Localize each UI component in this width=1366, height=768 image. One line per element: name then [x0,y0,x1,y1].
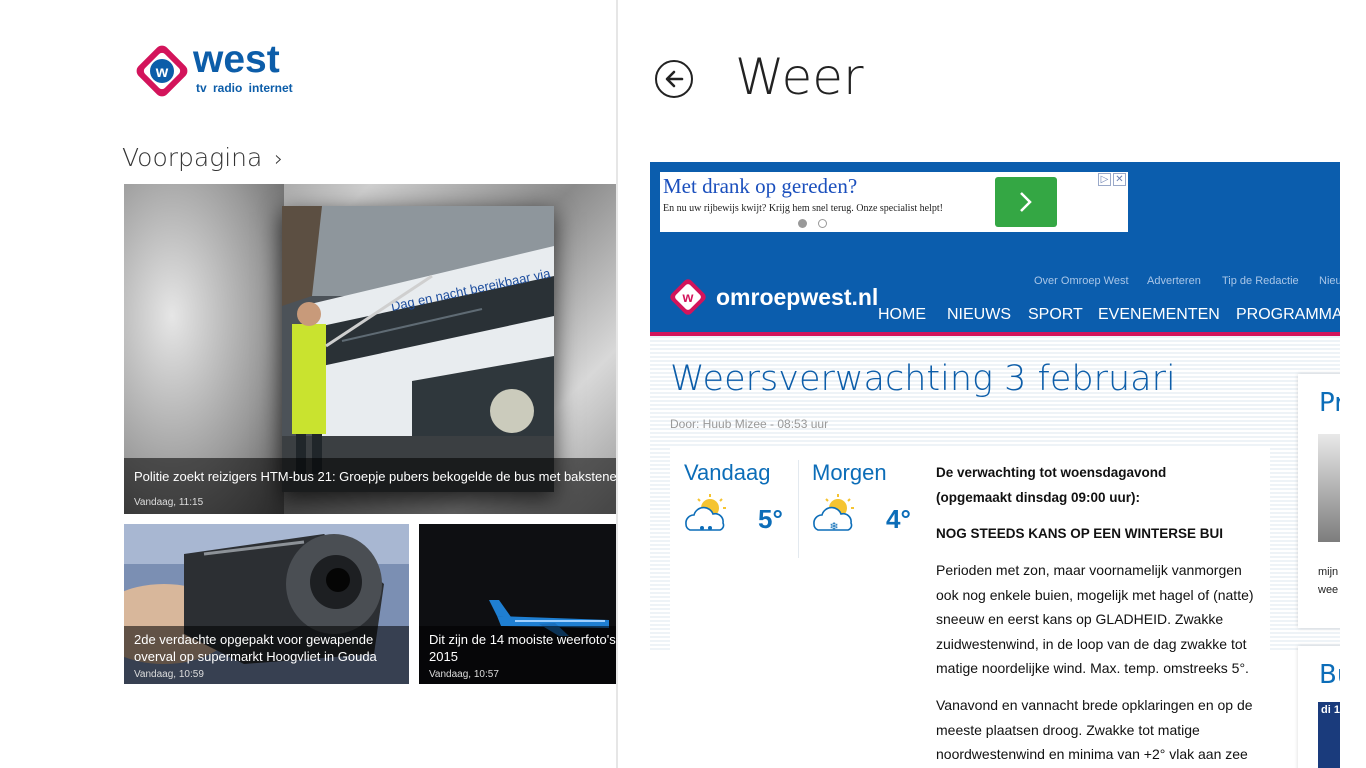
news-app-pane: w west tv radio internet Voorpagina › Da… [0,0,616,768]
tile-timestamp: Vandaag, 11:15 [134,497,204,508]
logo-wordmark: west [193,38,280,81]
nav-sport[interactable]: SPORT [1028,306,1083,324]
logo-tagline: tv radio internet [196,81,293,95]
section-header-voorpagina[interactable]: Voorpagina › [122,143,283,172]
tile-caption: Politie zoekt reizigers HTM-bus 21: Groe… [124,458,616,514]
paragraph-line: matige noordelijke wind. Max. temp. omst… [936,660,1249,676]
weather-temp: 4° [886,504,911,534]
sidebar-box-1-title: Pr [1319,388,1340,418]
ad-go-button[interactable] [995,177,1057,227]
article-heading: De verwachting tot woensdagavond (opgema… [936,461,1271,510]
tile-caption: 2de verdachte opgepakt voor gewapende ov… [124,626,409,684]
tile-title-line2: 2015 [429,649,458,664]
west-logo-icon: w [136,45,188,97]
article-heading-line1: De verwachting tot woensdagavond [936,465,1167,480]
bus-illustration: Dag en nacht bereikbaar via 070 346 95 7… [282,206,554,492]
sidebar-map-badge: di 1 [1321,704,1340,716]
top-link-over[interactable]: Over Omroep West [1034,275,1129,287]
paragraph-line: sneeuw en eerst kans op GLADHEID. Zwakke [936,611,1224,627]
ad-pager-dot-active[interactable] [798,219,807,228]
sidebar-box-2[interactable]: Bu di 1 [1298,646,1340,768]
news-tile-robbery[interactable]: 2de verdachte opgepakt voor gewapende ov… [124,524,409,684]
nav-home[interactable]: HOME [878,306,926,324]
nav-evenementen[interactable]: EVENEMENTEN [1098,306,1220,324]
ad-text: En nu uw rijbewijs kwijt? Krijg hem snel… [663,203,943,214]
nav-programma[interactable]: PROGRAMMA [1236,306,1340,324]
weather-divider [798,460,799,558]
tile-title-line2: overval op supermarkt Hoogvliet in Gouda [134,649,377,664]
article-byline: Door: Huub Mizee - 08:53 uur [670,417,829,431]
paragraph-line: ook nog enkele buien, mogelijk met hagel… [936,586,1254,603]
paragraph-line: meeste plaatsen droog. Zwakke tot matige [936,721,1200,738]
sidebar-text: wee [1318,584,1339,596]
tile-title-line1: 2de verdachte opgepakt voor gewapende [134,632,374,647]
top-link-adverteren[interactable]: Adverteren [1147,275,1201,287]
article-title: Weersverwachting 3 februari [670,359,1176,399]
paragraph-line: Perioden met zon, maar voornamelijk vanm… [936,562,1242,578]
weather-day-label: Vandaag [684,460,771,485]
news-photo-bus: Dag en nacht bereikbaar via 070 346 95 7… [282,206,554,492]
svg-text:w: w [682,289,694,305]
tile-title-line1: Dit zijn de 14 mooiste weerfoto's [429,632,616,647]
site-header: Met drank op gereden? En nu uw rijbewijs… [650,162,1340,332]
ad-close-icon[interactable]: ✕ [1113,173,1126,186]
news-tile-weather-photos[interactable]: Dit zijn de 14 mooiste weerfoto's 2015 V… [419,524,616,684]
section-header-label: Voorpagina [122,143,263,172]
sidebar-box-2-title: Bu [1319,660,1340,690]
omroepwest-logo-icon: w [670,279,706,315]
sidebar-weather-map: di 1 [1318,702,1340,768]
webview[interactable]: Met drank op gereden? En nu uw rijbewijs… [650,162,1340,768]
weather-temp: 5° [758,504,783,534]
svg-text:w: w [155,64,169,81]
tile-timestamp: Vandaag, 10:57 [429,669,499,680]
ad-banner[interactable]: Met drank op gereden? En nu uw rijbewijs… [660,172,1128,232]
article-heading-line2: (opgemaakt dinsdag 09:00 uur): [936,489,1141,505]
pane-divider[interactable] [616,0,618,768]
paragraph-line: zuidwestenwind, in de loop van de dag zw… [936,635,1247,652]
chevron-right-icon [1020,192,1032,212]
ad-choices-icon[interactable]: ▷ [1098,173,1111,186]
ad-headline[interactable]: Met drank op gereden? [663,174,857,199]
page-title: Weer [735,48,864,106]
nav-nieuws[interactable]: NIEUWS [947,306,1011,324]
sun-cloud-snow-icon: ❄ [813,494,854,533]
weather-tomorrow: Morgen ❄ 4° [808,460,918,560]
sidebar-text: mijn [1318,566,1339,578]
chevron-right-icon: › [274,147,284,172]
back-button[interactable] [655,60,693,98]
article-paragraph-2: Vanavond en vannacht brede opklaringen e… [936,693,1271,767]
article-subheading: NOG STEEDS KANS OP EEN WINTERSE BUI [936,526,1224,541]
tile-title: Politie zoekt reizigers HTM-bus 21: Groe… [134,469,616,484]
weather-day-label: Morgen [812,460,887,485]
tile-caption: Dit zijn de 14 mooiste weerfoto's 2015 V… [419,626,616,684]
west-logo[interactable]: w west tv radio internet [133,38,323,102]
top-link-tip[interactable]: Tip de Redactie [1222,275,1299,287]
article-paragraph-1: Perioden met zon, maar voornamelijk vanm… [936,558,1271,681]
arrow-left-icon [665,70,684,88]
tile-timestamp: Vandaag, 10:59 [134,669,204,680]
svg-text:❄: ❄ [829,520,838,533]
sun-cloud-hail-icon [685,494,726,531]
news-tile-featured[interactable]: Dag en nacht bereikbaar via 070 346 95 7… [124,184,616,514]
weather-today: Vandaag 5° [680,460,790,560]
paragraph-line: Vanavond en vannacht brede opklaringen e… [936,697,1253,713]
sidebar-photo [1318,434,1340,542]
top-link-nieuws[interactable]: Nieu [1319,275,1340,287]
ad-pager-dot[interactable] [818,219,827,228]
sidebar-box-1[interactable]: Pr mijn wee [1298,374,1340,628]
paragraph-line: noordwestenwind en minima van +2° vlak a… [936,746,1248,762]
site-logo[interactable]: omroepwest.nl [716,284,878,311]
